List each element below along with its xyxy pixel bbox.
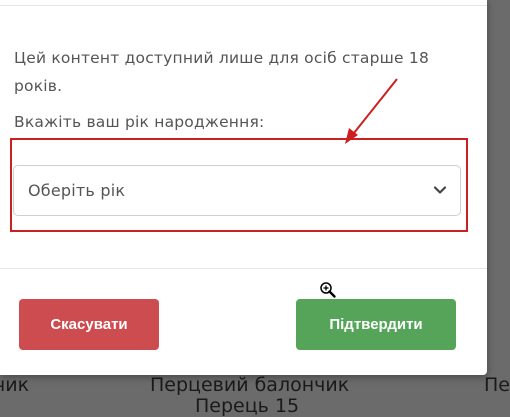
- background-product-title: Перцевий балончик: [150, 374, 350, 396]
- annotation-arrow-icon: [345, 78, 398, 144]
- zoom-in-cursor-icon: [320, 282, 336, 298]
- background-right-text: Пе: [484, 374, 510, 396]
- modal-header-divider: [0, 0, 487, 6]
- birth-year-label: Вкажіть ваш рік народження:: [14, 113, 265, 131]
- age-verification-modal: Цей контент доступний лише для осіб стар…: [0, 0, 487, 375]
- cancel-button[interactable]: Скасувати: [19, 299, 159, 350]
- background-bottom-text: Перець 15: [195, 395, 300, 417]
- chevron-down-icon: [433, 186, 447, 194]
- background-left-text: чик: [0, 374, 30, 396]
- confirm-button[interactable]: Підтвердити: [296, 299, 456, 350]
- birth-year-select[interactable]: Оберіть рік: [13, 165, 461, 216]
- modal-footer-divider: [0, 268, 487, 269]
- birth-year-select-value: Оберіть рік: [28, 181, 126, 200]
- age-restriction-message: Цей контент доступний лише для осіб стар…: [14, 49, 430, 95]
